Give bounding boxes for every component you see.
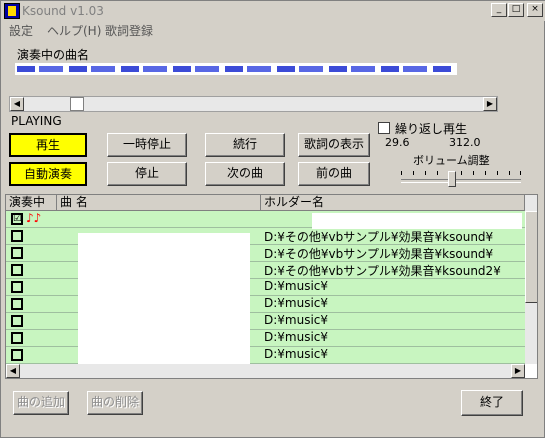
folder-cell: D:¥music¥ [264,296,329,310]
next-song-button[interactable]: 次の曲 [205,162,285,186]
position-thumb[interactable] [70,97,84,111]
repeat-label: 繰り返し再生 [395,122,468,136]
playing-note-icon: ♪♪ [26,211,42,225]
row-checkbox[interactable] [11,298,23,310]
app-icon [4,3,20,19]
row-checkbox[interactable] [11,349,23,361]
stop-button[interactable]: 停止 [107,162,187,186]
vertical-scroll-thumb[interactable] [525,211,537,303]
status-text: PLAYING [11,114,62,128]
folder-cell: D:¥music¥ [264,313,329,327]
menu-bar: 設定 ヘルプ(H) 歌詞登録 [1,21,545,39]
title-bar: Ksound v1.03 _ □ × [1,1,545,21]
folder-cell: D:¥その他¥vbサンプル¥効果音¥ksound2¥ [264,264,501,278]
maximize-button[interactable]: □ [508,3,524,17]
minimize-button[interactable]: _ [491,3,507,17]
now-playing-label: 演奏中の曲名 [17,48,90,62]
prev-song-button[interactable]: 前の曲 [298,162,370,186]
now-playing-title [15,63,457,75]
total-time: 312.0 [449,136,481,149]
row-checkbox[interactable] [11,264,23,276]
add-song-button[interactable]: 曲の追加 [13,391,69,415]
menu-help[interactable]: ヘルプ(H) [47,22,101,39]
folder-cell: D:¥music¥ [264,330,329,344]
column-title[interactable]: 曲 名 [57,195,261,211]
column-playing[interactable]: 演奏中 [6,195,57,211]
exit-button[interactable]: 終了 [461,390,523,416]
scroll-right-icon[interactable]: ▶ [511,364,525,378]
delete-song-button[interactable]: 曲の削除 [87,391,143,415]
main-window: Ksound v1.03 _ □ × 設定 ヘルプ(H) 歌詞登録 演奏中の曲名… [0,0,545,438]
redacted-area [312,213,522,229]
row-checkbox[interactable] [11,332,23,344]
volume-label: ボリューム調整 [413,154,490,167]
table-horizontal-scrollbar[interactable]: ◀ ▶ [6,364,525,378]
folder-cell: D:¥その他¥vbサンプル¥効果音¥ksound¥ [264,230,494,244]
table-header: 演奏中 曲 名 ホルダー名 [6,195,525,211]
scroll-left-icon[interactable]: ◀ [6,364,20,378]
menu-lyrics-register[interactable]: 歌詞登録 [105,22,153,39]
column-folder[interactable]: ホルダー名 [261,195,525,211]
scroll-left-icon[interactable]: ◀ [10,97,24,111]
folder-cell: D:¥music¥ [264,279,329,293]
folder-cell: D:¥music¥ [264,347,329,361]
folder-cell: D:¥その他¥vbサンプル¥効果音¥ksound¥ [264,247,494,261]
redacted-area [78,233,250,365]
repeat-checkbox[interactable] [378,122,390,134]
pause-button[interactable]: 一時停止 [107,133,187,157]
resume-button[interactable]: 続行 [205,133,285,157]
scroll-right-icon[interactable]: ▶ [483,97,497,111]
row-checkbox[interactable]: ☑ [11,213,23,225]
auto-play-button[interactable]: 自動演奏 [9,162,87,186]
play-button[interactable]: 再生 [9,133,87,157]
position-scrollbar[interactable]: ◀ ▶ [9,96,498,112]
row-checkbox[interactable] [11,247,23,259]
volume-slider-track[interactable] [401,179,521,183]
row-checkbox[interactable] [11,281,23,293]
volume-slider-thumb[interactable] [448,171,456,187]
close-button[interactable]: × [527,3,543,17]
song-table: 演奏中 曲 名 ホルダー名 ☑ ♪♪ D:¥その他¥vbサンプル¥効果音¥kso… [5,194,538,379]
table-vertical-scrollbar[interactable] [525,195,537,364]
current-time: 29.6 [385,136,410,149]
row-checkbox[interactable] [11,315,23,327]
show-lyrics-button[interactable]: 歌詞の表示 [298,133,370,157]
menu-settings[interactable]: 設定 [9,22,33,39]
window-title: Ksound v1.03 [22,4,104,18]
row-checkbox[interactable] [11,230,23,242]
